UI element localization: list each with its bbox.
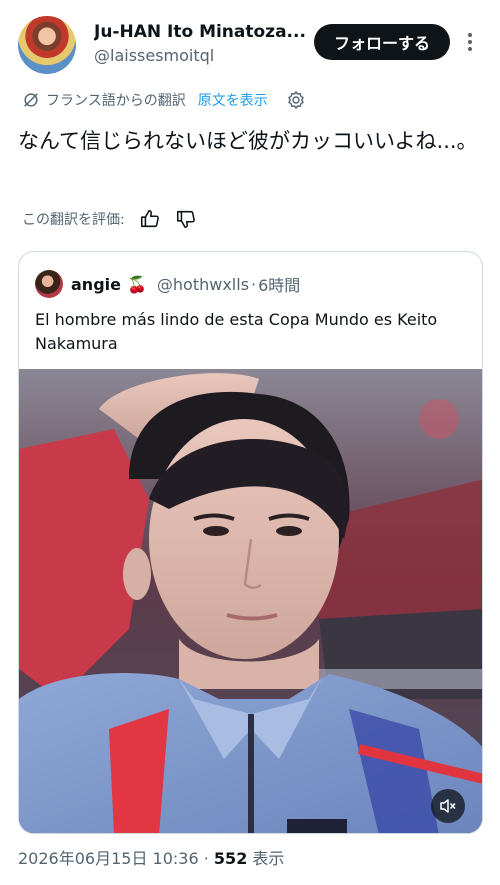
views-count: 552 — [213, 849, 248, 868]
tweet-text: なんて信じられないほど彼がカッコいいよね...。 — [18, 129, 478, 153]
translated-from-label: フランス語からの翻訳 — [46, 93, 186, 109]
tweet-meta: 2026年06月15日 10:36 · 552 表示 — [18, 845, 284, 869]
rate-translation-label: この翻訳を評価: — [22, 212, 125, 228]
thumbs-up-icon[interactable] — [139, 208, 161, 230]
views-label: 表示 — [252, 849, 285, 868]
tweet-header: Ju-HAN Ito Minatoza... @laissesmoitql フォ… — [18, 16, 482, 76]
quoted-tweet-header: angie 🍒 @hothwxlls · 6時間 — [35, 270, 300, 298]
cherry-emoji: 🍒 — [126, 274, 147, 294]
video-frame — [19, 369, 482, 833]
author-display-name[interactable]: Ju-HAN Ito Minatoza... — [94, 22, 309, 42]
rate-translation-row: この翻訳を評価: — [22, 206, 197, 232]
author-names: Ju-HAN Ito Minatoza... @laissesmoitql — [94, 22, 309, 65]
quoted-tweet[interactable]: angie 🍒 @hothwxlls · 6時間 El hombre más l… — [18, 251, 483, 834]
gear-icon[interactable] — [286, 90, 306, 110]
video-player[interactable] — [19, 369, 482, 833]
quoted-author-handle: @hothwxlls — [156, 274, 250, 294]
show-original-link[interactable]: 原文を表示 — [198, 90, 268, 110]
tweet-timestamp[interactable]: 2026年06月15日 10:36 — [18, 849, 199, 868]
meta-separator: · — [203, 849, 209, 868]
translate-icon — [24, 93, 38, 107]
thumbs-down-icon[interactable] — [175, 208, 197, 230]
quoted-time: 6時間 — [258, 276, 301, 295]
muted-speaker-icon[interactable] — [431, 789, 465, 823]
quoted-separator: · — [251, 274, 257, 294]
more-options-icon[interactable] — [458, 26, 482, 58]
quoted-tweet-text: El hombre más lindo de esta Copa Mundo e… — [35, 310, 438, 353]
follow-button[interactable]: フォローする — [314, 24, 450, 60]
translation-bar: フランス語からの翻訳 原文を表示 — [22, 89, 306, 111]
quoted-author-name: angie — [71, 274, 121, 294]
author-avatar[interactable] — [18, 16, 76, 74]
author-handle[interactable]: @laissesmoitql — [94, 46, 309, 65]
quoted-author-avatar — [35, 270, 63, 298]
